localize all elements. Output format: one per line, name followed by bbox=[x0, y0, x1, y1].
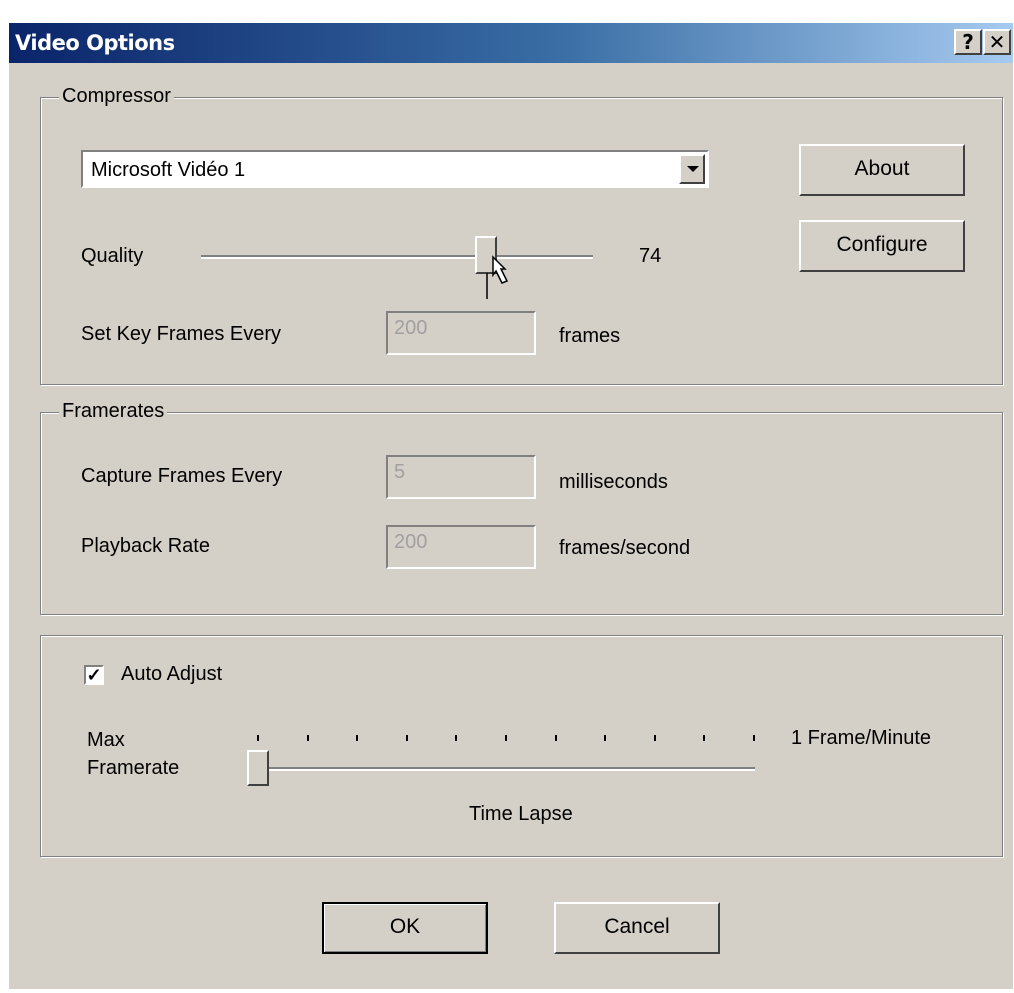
max-framerate-label-line1: Max bbox=[87, 729, 125, 751]
key-frames-unit: frames bbox=[559, 325, 621, 347]
framerate-slider-track[interactable] bbox=[253, 767, 755, 771]
framerates-group: Framerates bbox=[40, 400, 1003, 615]
slider-tick-mark bbox=[505, 735, 507, 741]
slider-tick-mark bbox=[405, 735, 408, 741]
capture-frames-input[interactable]: 5 bbox=[386, 455, 536, 499]
configure-button[interactable]: Configure bbox=[799, 220, 965, 272]
playback-rate-input[interactable]: 200 bbox=[386, 525, 536, 569]
about-button[interactable]: About bbox=[799, 144, 965, 196]
capture-frames-label: Capture Frames Every bbox=[81, 465, 283, 487]
slider-tick-mark bbox=[554, 735, 557, 741]
window-title: Video Options bbox=[15, 31, 175, 55]
framerate-slider-thumb[interactable] bbox=[247, 750, 269, 786]
slider-tick-mark bbox=[356, 735, 359, 741]
playback-rate-label: Playback Rate bbox=[81, 535, 210, 557]
mouse-cursor-icon bbox=[486, 255, 509, 299]
video-options-dialog: Video Options ? ✕ Compressor Microsoft V… bbox=[8, 22, 1013, 989]
compressor-group-title: Compressor bbox=[59, 85, 174, 108]
codec-selected-value: Microsoft Vidéo 1 bbox=[91, 159, 246, 181]
cancel-button[interactable]: Cancel bbox=[554, 902, 720, 954]
playback-rate-unit: frames/second bbox=[559, 537, 691, 559]
slider-tick-mark bbox=[604, 735, 607, 741]
slider-tick-mark bbox=[455, 735, 458, 741]
framerates-group-title: Framerates bbox=[59, 400, 168, 423]
quality-value: 74 bbox=[639, 245, 662, 267]
capture-frames-unit: milliseconds bbox=[559, 471, 668, 493]
slider-tick-mark bbox=[257, 735, 259, 741]
chevron-down-icon[interactable] bbox=[679, 154, 705, 184]
framerate-end-label: 1 Frame/Minute bbox=[791, 727, 932, 749]
quality-label: Quality bbox=[81, 245, 144, 267]
slider-tick-mark bbox=[703, 735, 706, 741]
ok-button[interactable]: OK bbox=[322, 902, 488, 954]
slider-tick-mark bbox=[653, 735, 656, 741]
help-button[interactable]: ? bbox=[954, 29, 982, 55]
quality-slider-track[interactable] bbox=[201, 255, 593, 259]
max-framerate-label-line2: Framerate bbox=[87, 757, 180, 779]
auto-adjust-label: Auto Adjust bbox=[121, 663, 223, 685]
title-bar[interactable]: Video Options ? ✕ bbox=[9, 23, 1013, 63]
key-frames-label: Set Key Frames Every bbox=[81, 323, 282, 345]
slider-tick-mark bbox=[753, 735, 755, 741]
key-frames-input[interactable]: 200 bbox=[386, 311, 536, 355]
codec-dropdown[interactable]: Microsoft Vidéo 1 bbox=[81, 150, 709, 188]
close-button[interactable]: ✕ bbox=[983, 29, 1011, 55]
checkmark-icon: ✓ bbox=[86, 665, 102, 685]
time-lapse-label: Time Lapse bbox=[469, 803, 573, 825]
slider-tick-mark bbox=[306, 735, 309, 741]
auto-adjust-checkbox[interactable]: ✓ bbox=[84, 665, 104, 685]
